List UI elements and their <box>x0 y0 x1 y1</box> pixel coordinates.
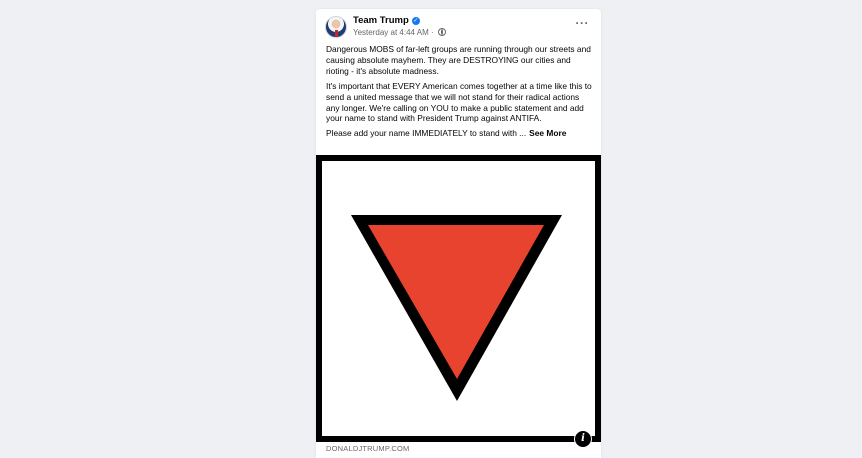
page-name-text[interactable]: Team Trump <box>353 15 409 26</box>
see-more-link[interactable]: See More <box>529 128 566 138</box>
post-image-frame[interactable]: i <box>316 155 601 448</box>
post-paragraph: Dangerous MOBS of far-left groups are ru… <box>326 44 591 76</box>
globe-icon <box>437 28 446 36</box>
avatar-tie-shape <box>335 30 338 37</box>
facebook-post-card: Team Trump ✓ Yesterday at 4:44 AM · ··· D… <box>316 9 601 458</box>
more-options-button[interactable]: ··· <box>576 17 590 29</box>
post-paragraph-text: Please add your name IMMEDIATELY to stan… <box>326 128 527 139</box>
post-timestamp[interactable]: Yesterday at 4:44 AM · <box>353 28 446 37</box>
post-header: Team Trump ✓ Yesterday at 4:44 AM · ··· <box>316 9 601 43</box>
triangle-fill <box>368 225 544 379</box>
page-background: Team Trump ✓ Yesterday at 4:44 AM · ··· D… <box>0 0 862 458</box>
page-name-link[interactable]: Team Trump ✓ <box>353 15 420 26</box>
post-image[interactable] <box>322 161 595 436</box>
link-domain-text[interactable]: DONALDJTRUMP.COM <box>326 444 409 453</box>
post-paragraph-truncated: Please add your name IMMEDIATELY to stan… <box>326 128 594 139</box>
info-icon[interactable]: i <box>574 430 592 448</box>
post-body-text: Dangerous MOBS of far-left groups are ru… <box>326 44 594 143</box>
red-inverted-triangle-icon <box>351 215 562 401</box>
post-paragraph: It's important that EVERY American comes… <box>326 80 592 124</box>
post-time-text[interactable]: Yesterday at 4:44 AM · <box>353 28 436 37</box>
page-avatar[interactable] <box>325 16 347 38</box>
verified-badge-icon: ✓ <box>411 17 420 25</box>
